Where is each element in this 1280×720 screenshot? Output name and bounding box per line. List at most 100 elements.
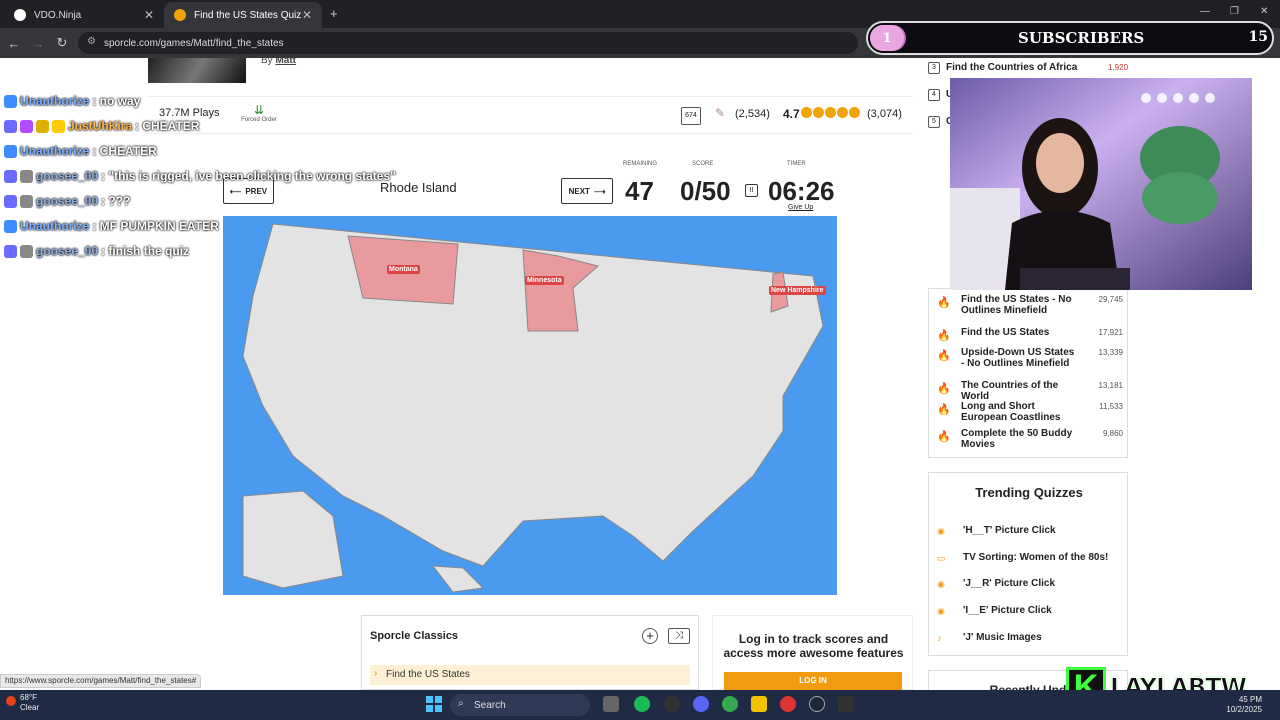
subscriber-count: 15	[1248, 29, 1268, 45]
chat-message: Unauthorize: CHEATER	[4, 144, 157, 158]
login-panel: Log in to track scores and access more a…	[712, 615, 913, 690]
rating-count: (2,534)	[735, 108, 770, 120]
chat-text: : ???	[101, 194, 131, 208]
trending-item[interactable]: 'H__T' Picture Click	[963, 525, 1056, 536]
chat-message: Unauthorize: MF PUMPKIN EATER	[4, 219, 219, 233]
badge-icon	[20, 119, 33, 133]
popular-item-count: 29,745	[1098, 295, 1123, 304]
hawaii[interactable]	[431, 565, 485, 593]
rating-stars[interactable]	[801, 107, 860, 118]
quiz-author: By Matt	[261, 58, 296, 66]
flame-icon: 🔥	[937, 404, 951, 416]
author-link[interactable]: Matt	[275, 58, 296, 66]
add-icon[interactable]: +	[642, 628, 658, 644]
trending-item[interactable]: 'J__R' Picture Click	[963, 578, 1055, 589]
star-icon	[837, 107, 848, 118]
us-map[interactable]: Montana Minnesota New Hampshire	[223, 216, 837, 595]
windows-taskbar: 68°F Clear ⌕ Search 45 PM 10/2/2025	[0, 690, 1280, 720]
timer-label: TIMER	[787, 161, 806, 167]
classics-title: Sporcle Classics	[370, 630, 459, 642]
map-label-minnesota: Minnesota	[525, 276, 564, 285]
badge-icon	[20, 244, 33, 258]
forced-order-indicator: ⇊ Forced Order	[239, 103, 279, 123]
chrome-icon[interactable]	[722, 696, 738, 712]
author-prefix: By	[261, 58, 273, 66]
us-map-svg[interactable]	[223, 216, 837, 595]
sidebar-list-item[interactable]: 3 Find the Countries of Africa 1,920	[928, 60, 1128, 80]
spotify-icon[interactable]	[634, 696, 650, 712]
comments-icon[interactable]: 674	[681, 107, 701, 125]
popular-item-title: The Countries of the World	[961, 380, 1059, 402]
popular-item-title: Complete the 50 Buddy Movies	[961, 428, 1073, 450]
next-button[interactable]: NEXT ⟶	[561, 178, 613, 204]
chat-message: goosee_00: ???	[4, 194, 130, 208]
app-icon[interactable]	[664, 696, 680, 712]
chevron-right-icon: ›	[374, 668, 378, 679]
trending-item[interactable]: 'I__E' Picture Click	[963, 605, 1052, 616]
badge-icon	[4, 94, 17, 108]
close-window-icon[interactable]: ✕	[1260, 6, 1268, 17]
url-field[interactable]: ⚙ sporcle.com/games/Matt/find_the_states	[78, 32, 858, 54]
popular-quizzes-panel: 🔥 Find the US States - No Outlines Minefi…	[928, 288, 1128, 458]
minimize-icon[interactable]: —	[1200, 6, 1210, 17]
app-icon[interactable]	[838, 696, 854, 712]
star-icon	[825, 107, 836, 118]
chat-message: goosee_00: "this is rigged, ive been cli…	[4, 169, 396, 183]
chat-text: : "this is rigged, ive been clicking the…	[101, 169, 396, 183]
remaining-value: 47	[625, 176, 654, 206]
tab-find-the-us-states[interactable]: Find the US States Quiz ✕	[164, 2, 322, 28]
flame-icon: 🔥	[937, 431, 951, 443]
trending-item[interactable]: TV Sorting: Women of the 80s!	[963, 552, 1108, 563]
arrow-left-icon: ⟵	[229, 186, 242, 196]
subscriber-goal-overlay: 1 SUBSCRIBERS 15	[866, 21, 1274, 55]
discord-icon[interactable]	[693, 696, 709, 712]
quiz-header: ⟵ PREV Rhode Island NEXT ⟶ REMAINING 47 SC…	[223, 158, 837, 216]
remaining-label: REMAINING	[623, 161, 658, 167]
plays-count: 37.7M Plays	[159, 107, 220, 119]
login-button[interactable]: LOG IN	[724, 672, 902, 690]
steam-icon[interactable]	[809, 696, 825, 712]
weather-widget[interactable]: 68°F Clear	[20, 693, 39, 713]
sporcle-classics-panel: Sporcle Classics + ⤨ › Find the US State…	[361, 615, 699, 690]
tab-vdo-ninja[interactable]: VDO.Ninja ✕	[4, 2, 164, 28]
rating-score: 4.7	[783, 107, 800, 121]
shuffle-icon[interactable]: ⤨	[668, 628, 690, 644]
pause-button[interactable]: II	[745, 184, 758, 197]
badge-icon	[4, 244, 17, 258]
chat-message: goosee_00: finish the quiz	[4, 244, 189, 258]
popular-item-title: Find the US States	[961, 327, 1050, 338]
file-explorer-icon[interactable]	[751, 696, 767, 712]
search-icon: ⌕	[458, 698, 464, 709]
alaska[interactable]	[242, 490, 344, 589]
classics-item[interactable]: › Find the US States	[370, 665, 690, 685]
badge-icon	[4, 219, 17, 233]
star-icon	[813, 107, 824, 118]
maximize-icon[interactable]: ❐	[1230, 6, 1239, 17]
give-up-link[interactable]: Give Up	[788, 204, 813, 211]
tab-title: VDO.Ninja	[34, 9, 82, 21]
close-tab-icon[interactable]: ✕	[144, 8, 154, 22]
close-tab-icon[interactable]: ✕	[302, 8, 312, 22]
map-label-new-hampshire: New Hampshire	[769, 286, 826, 295]
system-clock[interactable]: 45 PM 10/2/2025	[1202, 695, 1262, 715]
picture-click-icon: ◉	[937, 606, 945, 616]
trending-item[interactable]: 'J' Music Images	[963, 632, 1042, 643]
reload-icon[interactable]: ↻	[50, 35, 74, 51]
back-icon[interactable]: ←	[2, 36, 26, 51]
site-info-icon[interactable]: ⚙	[87, 36, 96, 47]
taskbar-search[interactable]: ⌕ Search	[450, 694, 590, 716]
task-view-icon[interactable]	[603, 696, 619, 712]
new-tab-icon[interactable]: +	[330, 6, 338, 21]
star-icon	[801, 107, 812, 118]
badge-icon	[20, 194, 33, 208]
app-icon[interactable]	[780, 696, 796, 712]
windows-start-icon[interactable]	[426, 696, 442, 712]
vdo-ninja-icon	[14, 9, 26, 21]
badge-icon	[4, 119, 17, 133]
forward-icon[interactable]: →	[26, 36, 50, 51]
chat-user: Unauthorize	[20, 94, 90, 108]
trending-title: Trending Quizzes	[975, 485, 1083, 500]
clock-time: 45 PM	[1238, 695, 1262, 704]
edit-rating-icon[interactable]: ✎	[715, 106, 725, 120]
picture-click-icon: ◉	[937, 579, 945, 589]
